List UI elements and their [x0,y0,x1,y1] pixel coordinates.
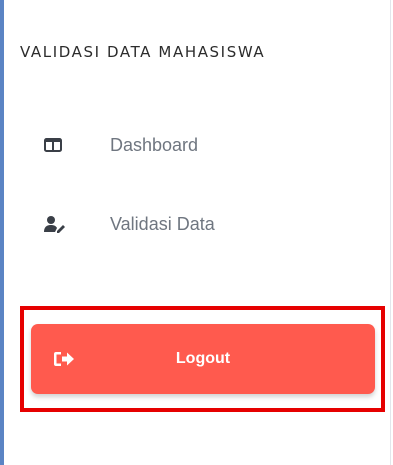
sidebar-item-label: Dashboard [110,134,199,155]
sidebar-divider [390,0,391,465]
logout-button[interactable]: Logout [31,324,375,394]
sidebar-edge [0,0,4,465]
sidebar-item-dashboard[interactable]: Dashboard [44,131,198,159]
sidebar-item-validasi-data[interactable]: Validasi Data [44,210,215,238]
user-edit-icon [44,215,66,233]
logout-label: Logout [175,350,231,367]
columns-icon [44,136,66,154]
brand-title[interactable]: VALIDASI DATA MAHASISWA [20,43,265,61]
sidebar-item-label: Validasi Data [110,213,215,234]
sidebar: VALIDASI DATA MAHASISWA Dashboard Valida… [0,0,393,465]
